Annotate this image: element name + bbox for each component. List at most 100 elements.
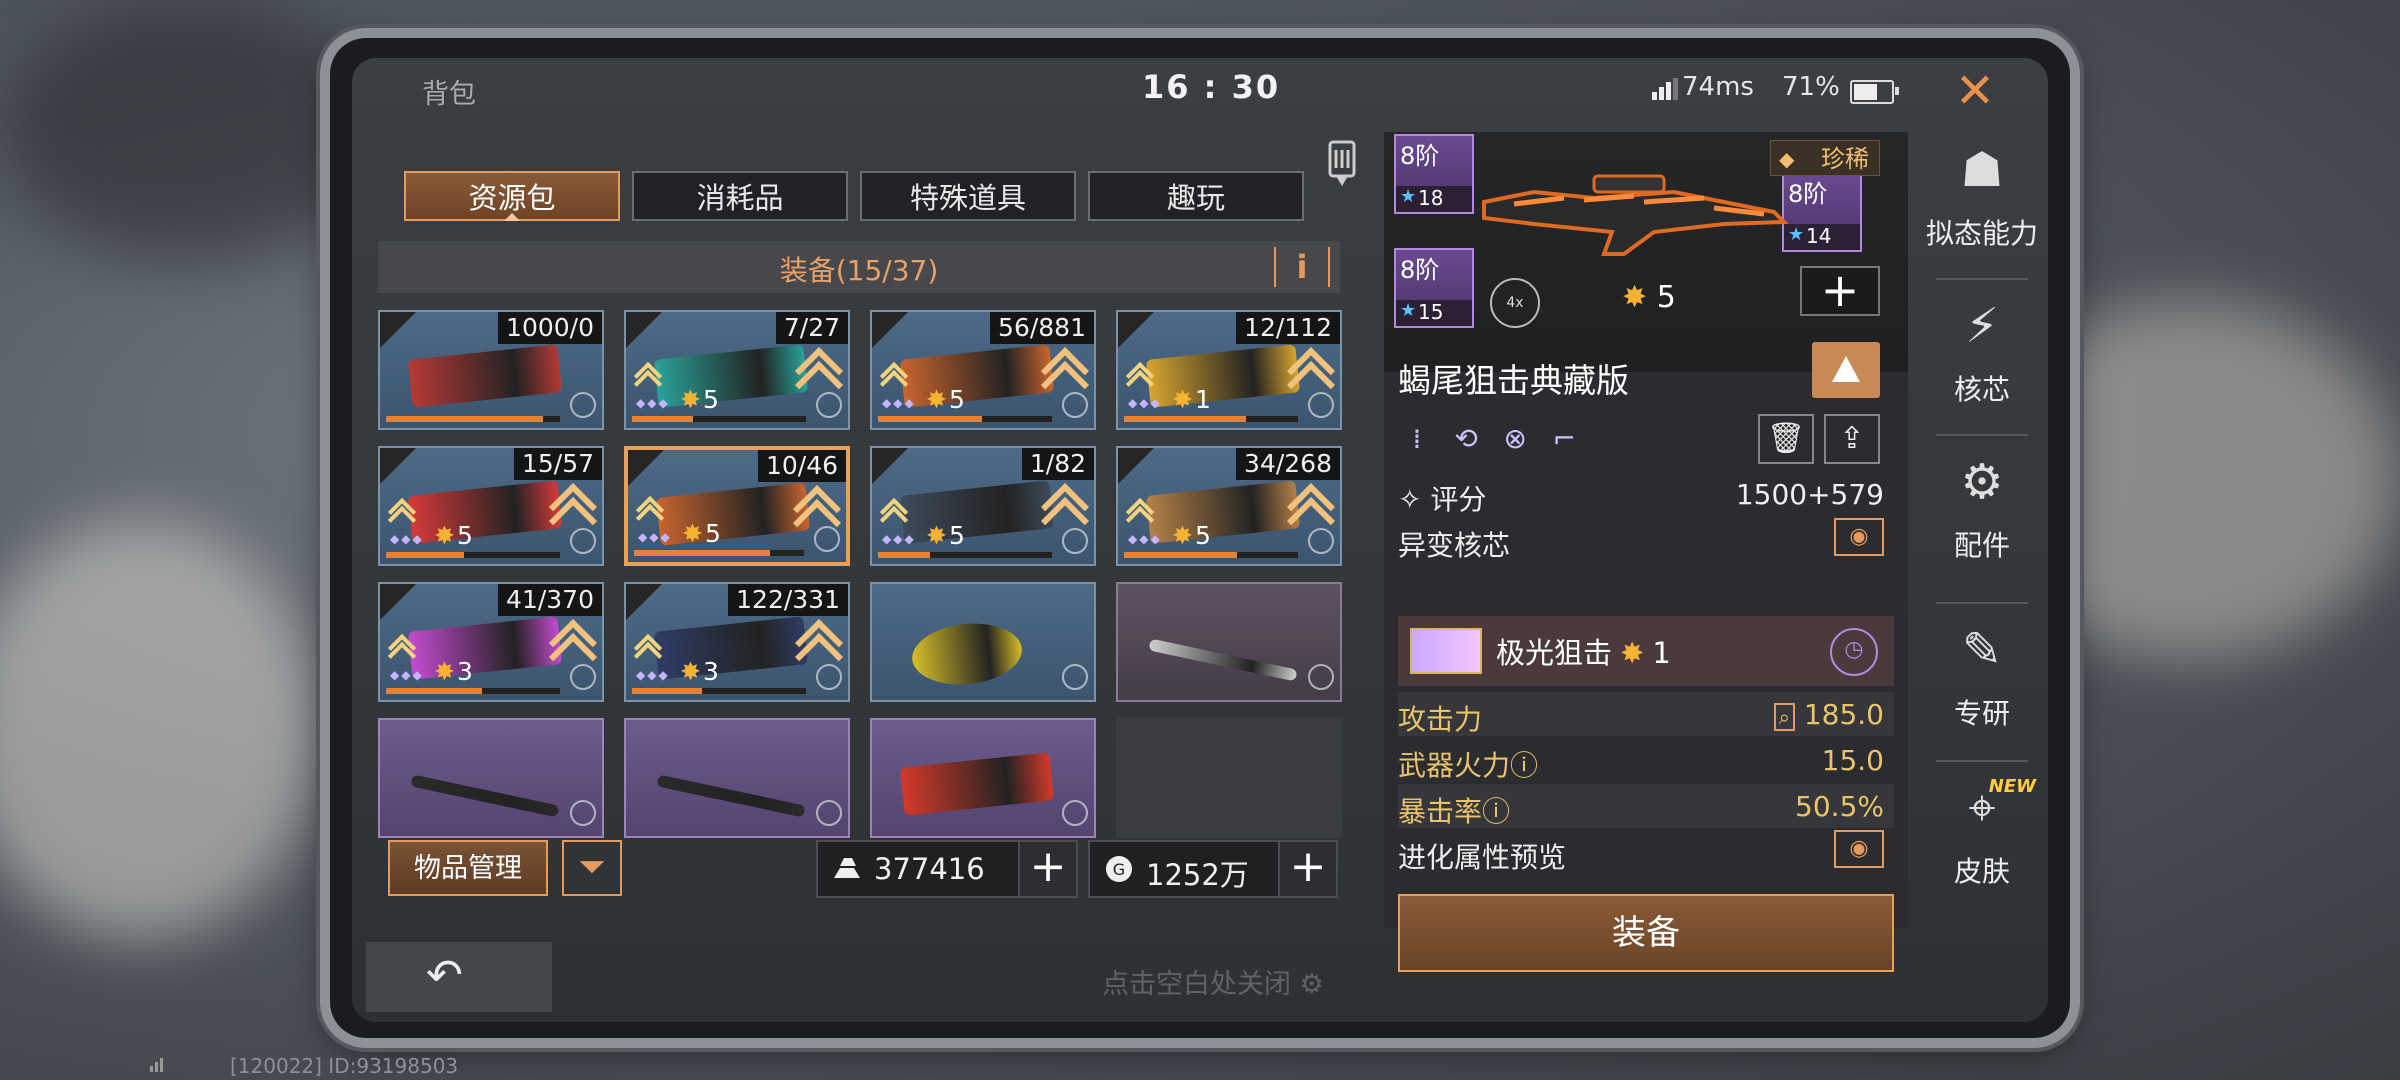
weapon-class-icon — [1308, 392, 1334, 418]
coin-icon: G — [1106, 856, 1132, 882]
item-count: 41/370 — [498, 584, 602, 616]
item-cell[interactable]: 10/46 ✸5 ◆◆◆ — [624, 446, 850, 566]
sidebar-item-skin[interactable]: ⌖ NEW 皮肤 — [1922, 770, 2042, 920]
eye-icon[interactable]: ◉ — [1834, 518, 1884, 556]
coin-value: 1252万 — [1146, 858, 1249, 892]
quality-dots: ◆◆◆ — [1128, 396, 1162, 410]
smg-icon[interactable]: ⌐ — [1545, 422, 1583, 460]
core-card[interactable]: 极光狙击 ✸ 1 ◷ — [1398, 616, 1894, 686]
upgrade-chevron-icon — [550, 620, 594, 660]
launcher-blue-icon — [653, 616, 809, 680]
rifle-teal-icon — [653, 344, 809, 408]
item-cell[interactable]: 7/27 ✸5 ◆◆◆ — [624, 310, 850, 430]
parts-icon: ⚙ — [1960, 454, 2004, 510]
item-cell[interactable]: 15/57 ✸5 ◆◆◆ — [378, 446, 604, 566]
battery-percent: 71% — [1782, 72, 1840, 102]
trash-icon[interactable]: 🗑 — [1758, 414, 1814, 464]
item-count: 122/331 — [728, 584, 848, 616]
attachment-slot[interactable]: 8阶14 — [1782, 172, 1862, 252]
upgrade-button[interactable] — [1812, 342, 1880, 398]
weapon-class-icon — [814, 526, 840, 552]
item-cell[interactable]: 41/370 ✸3 ◆◆◆ — [378, 582, 604, 702]
item-star-level: ✸3 — [680, 657, 719, 686]
weapon-class-icon — [816, 800, 842, 826]
attachment-slot[interactable]: 8阶15 — [1394, 248, 1474, 328]
sidebar-item-research[interactable]: ✎ 专研 — [1922, 612, 2042, 762]
add-gold-button[interactable]: + — [1018, 842, 1076, 896]
item-cell[interactable] — [378, 718, 604, 838]
eye-icon[interactable]: ◉ — [1834, 830, 1884, 868]
weapon-star-level: ✸ 5 — [1622, 280, 1676, 315]
scope-icon[interactable]: 4x — [1490, 278, 1540, 328]
item-count: 12/112 — [1236, 312, 1340, 344]
item-cell[interactable] — [870, 582, 1096, 702]
share-icon[interactable]: ⇪ — [1824, 414, 1880, 464]
item-count: 7/27 — [775, 312, 848, 344]
research-icon: ✎ — [1961, 622, 2003, 678]
back-button[interactable]: ↶ — [366, 942, 552, 1012]
item-type-badge — [1118, 448, 1154, 484]
mutation-label: 异变核芯 — [1398, 529, 1511, 562]
item-manage-button[interactable]: 物品管理 — [388, 840, 548, 896]
weapon-class-icon — [816, 392, 842, 418]
sidebar-item-parts[interactable]: ⚙ 配件 — [1922, 444, 2042, 594]
add-coin-button[interactable]: + — [1278, 842, 1336, 896]
dismiss-hint[interactable]: 点击空白处关闭 ⚙ — [1102, 962, 1324, 1001]
quality-dots: ◆◆◆ — [390, 668, 424, 682]
durability-bar — [386, 416, 560, 422]
add-attachment-button[interactable]: + — [1800, 266, 1880, 316]
item-count: 1000/0 — [498, 312, 602, 344]
item-type-badge — [626, 312, 662, 348]
gold-bar-icon — [834, 858, 860, 878]
tab-resource-pack[interactable]: 资源包 — [404, 171, 620, 221]
filter-button[interactable]: ⏷ — [562, 840, 622, 896]
equipment-count: 装备(15/37) — [779, 254, 939, 287]
item-cell[interactable]: 122/331 ✸3 ◆◆◆ — [624, 582, 850, 702]
fire-extinguisher-icon — [407, 344, 563, 408]
tab-fun[interactable]: 趣玩 — [1088, 171, 1304, 221]
item-cell[interactable]: 56/881 ✸5 ◆◆◆ — [870, 310, 1096, 430]
sidebar-item-core[interactable]: ⚡ 核芯 — [1922, 288, 2042, 438]
sidebar-item-mimic[interactable]: ☗ 拟态能力 — [1922, 132, 2042, 282]
item-cell[interactable]: 12/112 ✸1 ◆◆◆ — [1116, 310, 1342, 430]
feature-icons: ⁞ ⟲ ⊗ ⌐ — [1398, 422, 1589, 466]
equip-button[interactable]: 装备 — [1398, 894, 1894, 972]
stat-value: ⌕ 185.0 — [1773, 698, 1884, 731]
coin-currency: G 1252万 + — [1088, 840, 1338, 898]
item-cell[interactable] — [1116, 582, 1342, 702]
rifle-orange-icon — [899, 344, 1055, 408]
item-cell[interactable]: 1000/0 — [378, 310, 604, 430]
rank-chevron-icon — [880, 362, 910, 392]
background-blur — [0, 0, 380, 260]
ammo-icon[interactable]: ⁞ — [1398, 422, 1436, 460]
rank-chevron-icon — [1126, 362, 1156, 392]
item-cell[interactable] — [624, 718, 850, 838]
core-chip-icon — [1410, 628, 1482, 674]
reload-icon[interactable]: ⟲ — [1447, 422, 1485, 460]
weapon-class-icon — [1308, 664, 1334, 690]
mutation-core-row: 异变核芯 ◉ — [1398, 518, 1894, 562]
item-type-badge — [872, 312, 908, 348]
rank-chevron-icon — [388, 634, 418, 664]
quality-dots: ◆◆◆ — [390, 532, 424, 546]
item-count: 10/46 — [757, 450, 846, 482]
target-icon[interactable]: ⊗ — [1496, 422, 1534, 460]
core-level-icon: ◷ — [1830, 628, 1878, 676]
close-icon[interactable]: ✕ — [1947, 64, 2003, 120]
attachment-slot[interactable]: 8阶18 — [1394, 134, 1474, 214]
item-cell[interactable]: 1/82 ✸5 ◆◆◆ — [870, 446, 1096, 566]
item-cell[interactable]: 34/268 ✸5 ◆◆◆ — [1116, 446, 1342, 566]
rifle-red-icon — [407, 480, 563, 544]
weapon-class-icon — [570, 528, 596, 554]
tab-special-items[interactable]: 特殊道具 — [860, 171, 1076, 221]
item-cell[interactable] — [870, 718, 1096, 838]
gold-value: 377416 — [874, 852, 985, 886]
lock-icon[interactable] — [1327, 140, 1357, 188]
item-type-badge — [1118, 312, 1154, 348]
weapon-class-icon — [570, 664, 596, 690]
hammer-icon — [410, 774, 560, 818]
info-button[interactable]: i — [1274, 247, 1330, 287]
item-type-badge — [872, 448, 908, 484]
tab-consumables[interactable]: 消耗品 — [632, 171, 848, 221]
rank-chevron-icon — [1126, 498, 1156, 528]
